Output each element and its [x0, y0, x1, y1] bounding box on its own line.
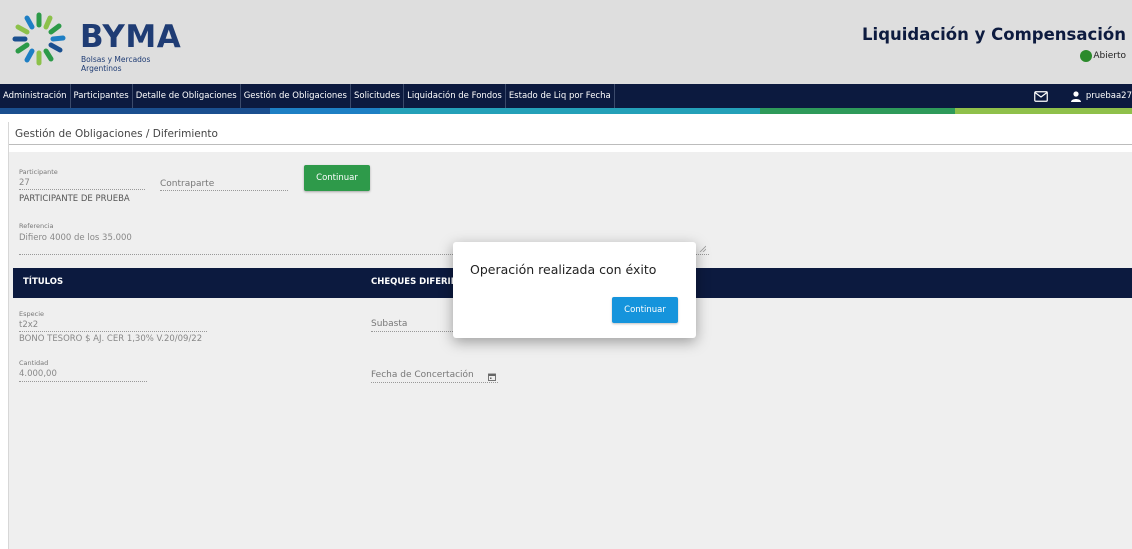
participante-name: PARTICIPANTE DE PRUEBA: [19, 194, 130, 204]
user-menu[interactable]: pruebaa27: [1070, 90, 1132, 102]
user-icon: [1070, 90, 1081, 102]
nav-items: Administración Participantes Detalle de …: [0, 84, 615, 108]
color-bar-segment: [760, 108, 955, 114]
success-message: Operación realizada con éxito: [470, 262, 657, 277]
continuar-button[interactable]: Continuar: [304, 165, 370, 191]
color-bar-segment: [955, 108, 1132, 114]
calendar-icon[interactable]: [488, 373, 496, 381]
mail-icon[interactable]: [1034, 90, 1048, 102]
especie-label: Especie: [19, 310, 44, 318]
referencia-field[interactable]: Difiero 4000 de los 35.000: [19, 233, 132, 243]
nav-item-administracion[interactable]: Administración: [0, 84, 71, 108]
logo-subtitle: Bolsas y Mercados Argentinos: [81, 55, 150, 73]
main-nav: Administración Participantes Detalle de …: [0, 84, 1132, 108]
dialog-continuar-button[interactable]: Continuar: [612, 297, 678, 323]
participante-field[interactable]: 27: [19, 178, 30, 188]
byma-logo-icon: [12, 12, 66, 66]
referencia-label: Referencia: [19, 222, 54, 230]
nav-item-detalle-obligaciones[interactable]: Detalle de Obligaciones: [133, 84, 241, 108]
fecha-concertacion-field[interactable]: Fecha de Concertación: [371, 370, 474, 380]
breadcrumb-divider: [9, 144, 1132, 145]
resize-handle-icon[interactable]: [699, 245, 706, 252]
contraparte-underline: [160, 190, 288, 191]
nav-right: pruebaa27: [1034, 84, 1132, 108]
cantidad-field[interactable]: 4.000,00: [19, 369, 57, 379]
contraparte-field[interactable]: Contraparte: [160, 179, 214, 189]
subasta-field[interactable]: Subasta: [371, 319, 407, 329]
success-dialog: Operación realizada con éxito Continuar: [453, 242, 696, 338]
app-header: BYMA Bolsas y Mercados Argentinos Liquid…: [0, 0, 1132, 84]
market-status: Abierto: [1080, 50, 1126, 62]
form-area: Participante 27 PARTICIPANTE DE PRUEBA C…: [9, 152, 1132, 549]
status-text: Abierto: [1093, 51, 1126, 61]
especie-underline: [19, 331, 207, 332]
especie-field[interactable]: t2x2: [19, 320, 38, 330]
participante-underline: [19, 189, 145, 190]
titulos-header: TÍTULOS: [23, 277, 64, 287]
nav-item-gestion-obligaciones[interactable]: Gestión de Obligaciones: [241, 84, 351, 108]
logo-subtitle-line-1: Bolsas y Mercados: [81, 55, 151, 64]
color-bar-segment: [380, 108, 760, 114]
fecha-underline: [371, 382, 498, 383]
color-bar-segment: [270, 108, 380, 114]
especie-description: BONO TESORO $ AJ. CER 1,30% V.20/09/22: [19, 334, 203, 344]
subasta-underline: [371, 331, 461, 332]
status-dot-icon: [1080, 50, 1093, 62]
nav-item-estado-liq-fecha[interactable]: Estado de Liq por Fecha: [506, 84, 615, 108]
breadcrumb: Gestión de Obligaciones / Diferimiento: [15, 128, 218, 140]
logo-text: BYMA: [80, 19, 182, 55]
brand-color-bar: [0, 108, 1132, 114]
color-bar-segment: [0, 108, 270, 114]
nav-item-liquidacion-fondos[interactable]: Liquidación de Fondos: [404, 84, 506, 108]
nav-item-participantes[interactable]: Participantes: [71, 84, 133, 108]
cantidad-label: Cantidad: [19, 359, 49, 367]
username: pruebaa27: [1085, 91, 1132, 101]
logo-subtitle-line-2: Argentinos: [81, 64, 122, 73]
app-title: Liquidación y Compensación: [862, 25, 1126, 44]
participante-label: Participante: [19, 168, 58, 176]
nav-item-solicitudes[interactable]: Solicitudes: [351, 84, 405, 108]
cantidad-underline: [19, 381, 147, 382]
